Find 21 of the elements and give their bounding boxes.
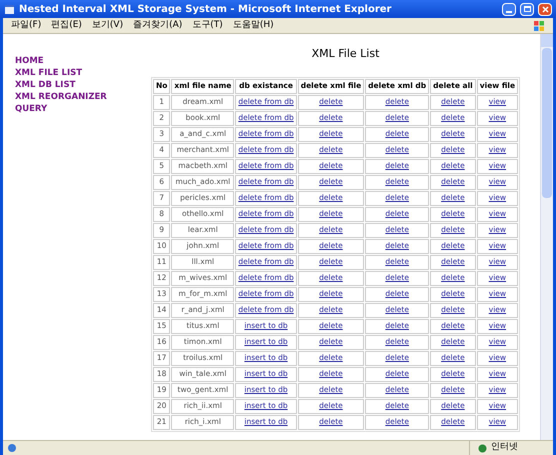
menu-item[interactable]: 도구(T) xyxy=(192,18,223,32)
menu-item[interactable]: 도움말(H) xyxy=(232,18,274,32)
menu-item[interactable]: 파일(F) xyxy=(11,18,42,32)
window-title: Nested Interval XML Storage System - Microsoft Internet Explorer xyxy=(19,2,392,16)
windows-logo-icon xyxy=(533,20,545,32)
sidebar-link[interactable]: XML FILE LIST xyxy=(15,68,82,79)
zone-label: 인터넷 xyxy=(491,441,518,454)
sidebar-link[interactable]: QUERY xyxy=(15,104,48,115)
page-title: XML File List xyxy=(312,46,380,62)
sidebar-link[interactable]: XML REORGANIZER xyxy=(15,92,107,103)
menu-item[interactable]: 편집(E) xyxy=(51,18,82,32)
sidebar-link[interactable]: HOME xyxy=(15,56,44,67)
browser-icon xyxy=(4,4,15,14)
minimize-button[interactable] xyxy=(502,2,516,16)
menu-item[interactable]: 보기(V) xyxy=(92,18,124,32)
close-icon xyxy=(542,6,548,12)
close-button[interactable] xyxy=(538,2,552,16)
menu-item[interactable]: 즐겨찾기(A) xyxy=(133,18,182,32)
sidebar-link[interactable]: XML DB LIST xyxy=(15,80,76,91)
scrollbar[interactable] xyxy=(540,34,553,440)
maximize-button[interactable] xyxy=(520,2,534,16)
